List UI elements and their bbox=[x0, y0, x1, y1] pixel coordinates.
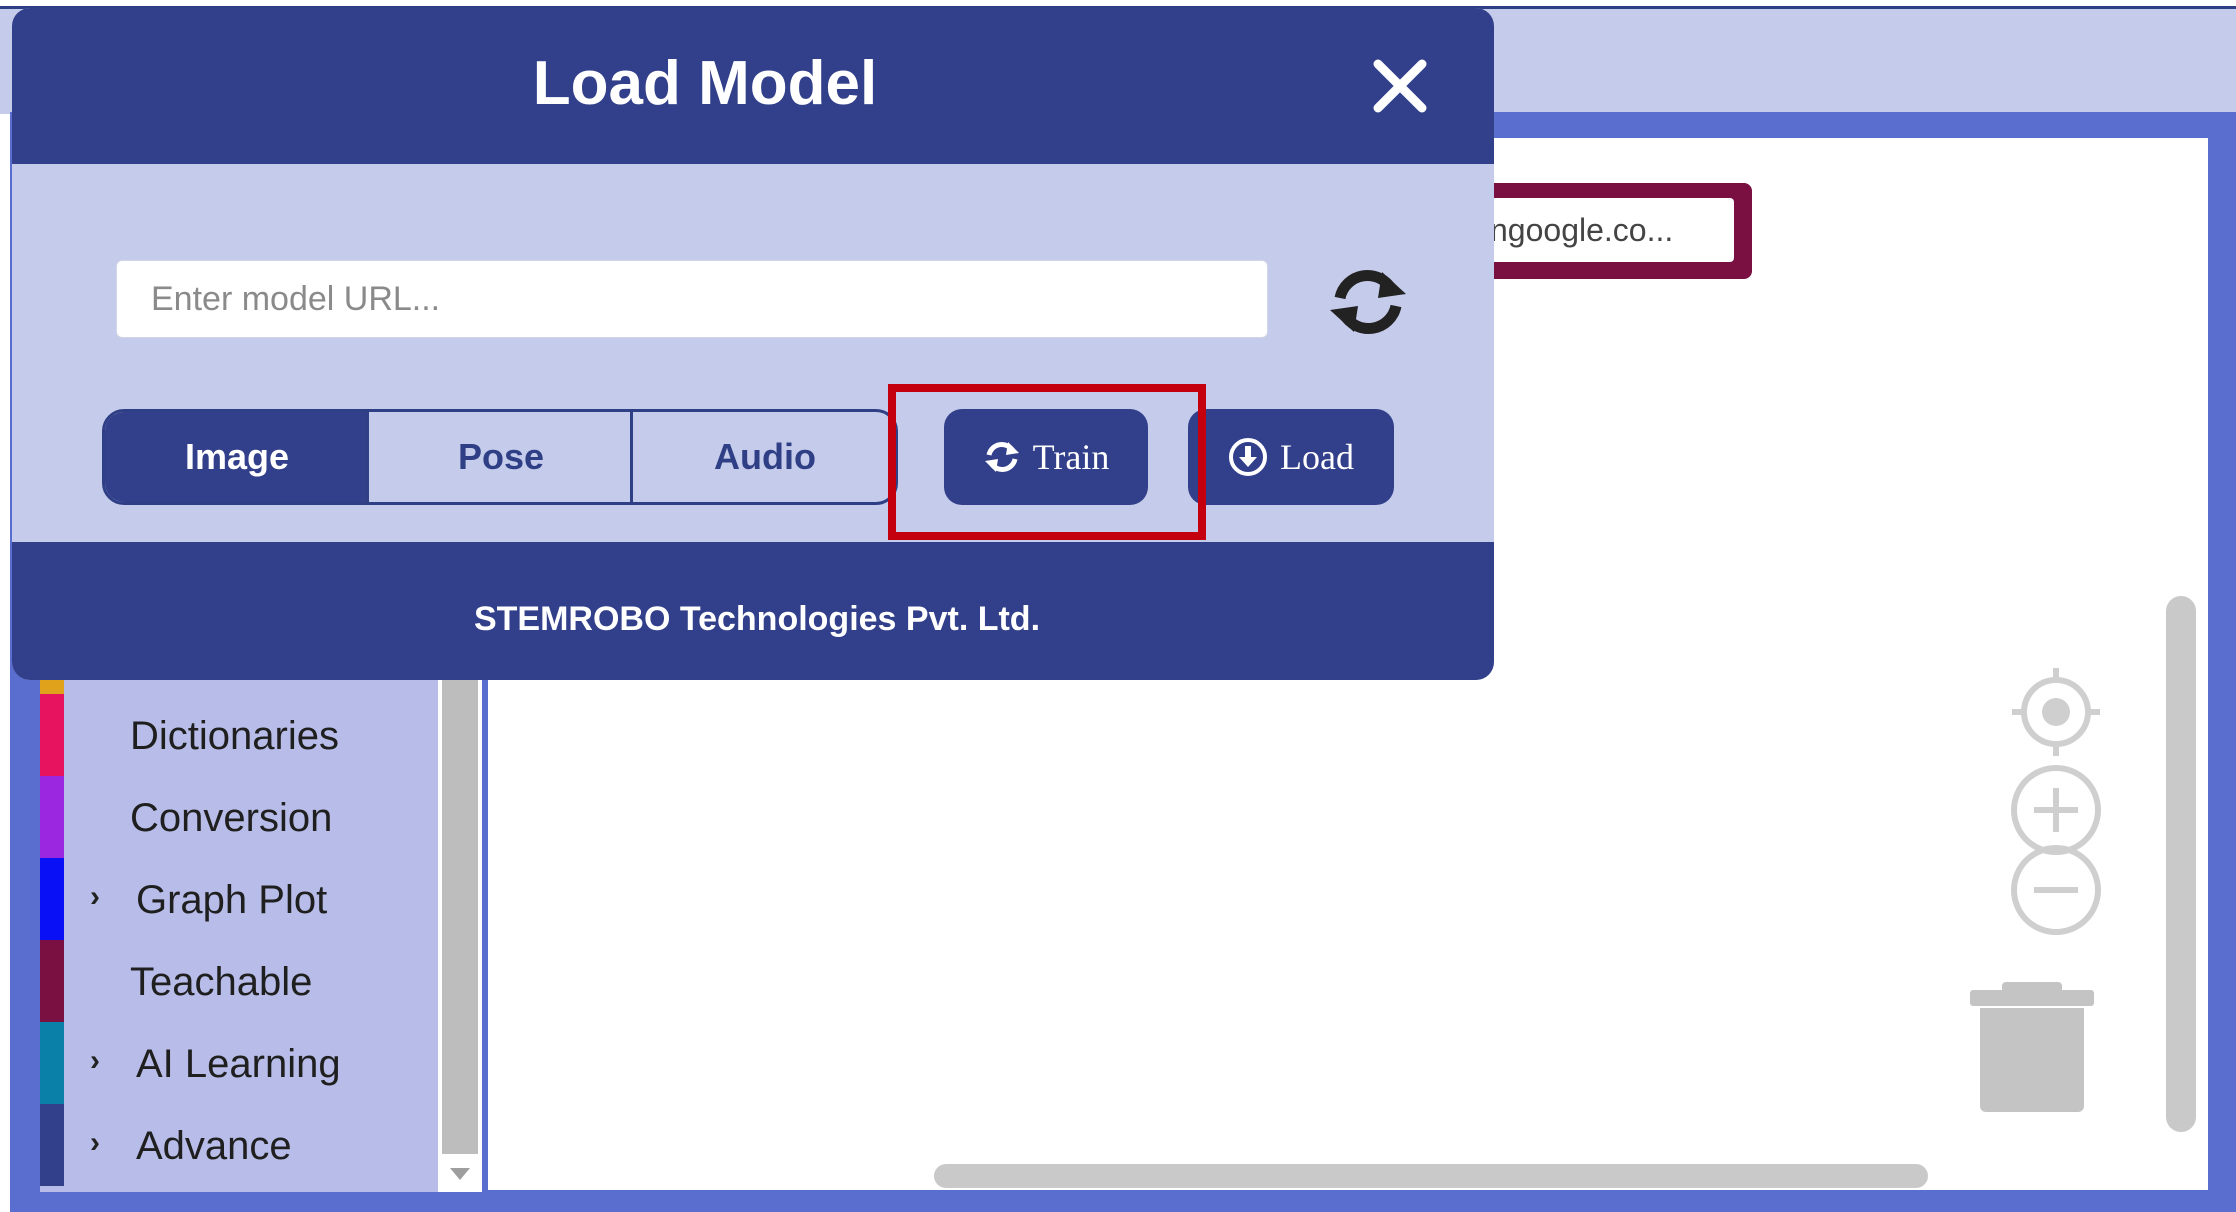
category-color bbox=[40, 940, 64, 1022]
sidebar-item-label: Conversion bbox=[130, 796, 333, 840]
category-color-partial bbox=[40, 680, 64, 694]
close-icon[interactable] bbox=[1368, 54, 1432, 118]
category-color bbox=[40, 858, 64, 940]
crosshair-icon[interactable] bbox=[2008, 664, 2104, 760]
trash-lid bbox=[1970, 990, 2094, 1006]
chevron-right-icon[interactable]: › bbox=[90, 1126, 100, 1160]
sidebar-item-label: AI Learning bbox=[136, 1042, 341, 1086]
category-color bbox=[40, 1022, 64, 1104]
category-color bbox=[40, 1104, 64, 1186]
download-circle-icon bbox=[1229, 438, 1268, 476]
trash-body bbox=[1980, 1008, 2084, 1112]
sidebar-item-label: Advance bbox=[136, 1124, 292, 1168]
chevron-right-icon[interactable]: › bbox=[90, 880, 100, 914]
workspace-vertical-scrollbar[interactable] bbox=[2166, 596, 2196, 1132]
tab-audio[interactable]: Audio bbox=[633, 412, 895, 502]
model-url-input[interactable] bbox=[116, 260, 1268, 338]
sidebar-item-graph-plot[interactable]: › Graph Plot bbox=[40, 858, 438, 940]
dialog-header: Load Model bbox=[12, 8, 1494, 164]
scroll-down-arrow-icon[interactable] bbox=[450, 1168, 470, 1180]
sidebar-item-teachable[interactable]: Teachable bbox=[40, 940, 438, 1022]
refresh-icon[interactable] bbox=[1326, 264, 1410, 340]
chevron-right-icon[interactable]: › bbox=[90, 1044, 100, 1078]
load-button[interactable]: Load bbox=[1188, 409, 1394, 505]
sidebar-item-label: Teachable bbox=[130, 960, 313, 1004]
company-credit: STEMROBO Technologies Pvt. Ltd. bbox=[473, 600, 1041, 638]
workspace-horizontal-scrollbar[interactable] bbox=[934, 1164, 1928, 1188]
sidebar-item-label: Dictionaries bbox=[130, 714, 339, 758]
sidebar-item-ai-learning[interactable]: › AI Learning bbox=[40, 1022, 438, 1104]
sidebar-item-advance[interactable]: › Advance bbox=[40, 1104, 438, 1186]
sidebar-item-dictionaries[interactable]: Dictionaries bbox=[40, 694, 438, 776]
load-model-dialog: Load Model Image Pose Audio Train bbox=[12, 8, 1494, 680]
tab-image[interactable]: Image bbox=[105, 412, 369, 502]
tab-pose[interactable]: Pose bbox=[369, 412, 633, 502]
dialog-footer: STEMROBO Technologies Pvt. Ltd. bbox=[12, 542, 1494, 680]
load-button-label: Load bbox=[1280, 437, 1354, 477]
train-highlight-box bbox=[888, 384, 1206, 540]
model-type-tabs: Image Pose Audio bbox=[102, 409, 898, 505]
zoom-out-icon[interactable] bbox=[2008, 842, 2104, 938]
dialog-title: Load Model bbox=[532, 49, 878, 118]
category-color bbox=[40, 776, 64, 858]
sidebar-item-label: Graph Plot bbox=[136, 878, 328, 922]
sidebar-scrollbar-thumb[interactable] bbox=[442, 680, 478, 1154]
category-color bbox=[40, 694, 64, 776]
sidebar-item-conversion[interactable]: Conversion bbox=[40, 776, 438, 858]
